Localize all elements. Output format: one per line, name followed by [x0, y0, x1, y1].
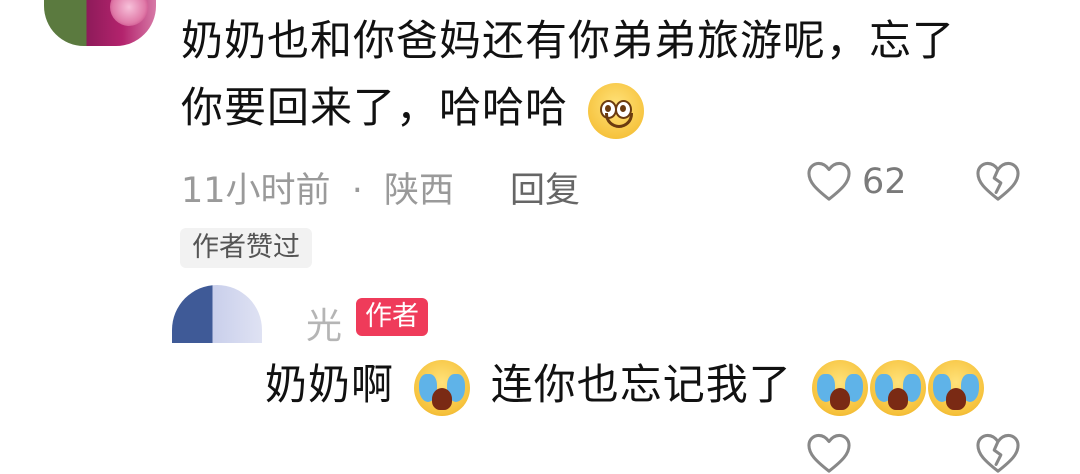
reply-author-avatar[interactable] [172, 285, 262, 343]
comment-meta: 11小时前 · 陕西 [181, 162, 454, 213]
meta-separator: · [351, 171, 363, 211]
heart-icon[interactable] [806, 160, 852, 202]
comment-time: 11小时前 [181, 171, 331, 211]
broken-heart-icon[interactable] [975, 160, 1021, 202]
smile-emoji-icon [588, 82, 645, 139]
heart-icon[interactable] [806, 432, 852, 474]
comment-text-line2: 你要回来了，哈哈哈 [181, 80, 645, 139]
comment-text-line2-content: 你要回来了，哈哈哈 [181, 83, 569, 132]
author-badge: 作者 [356, 298, 428, 336]
broken-heart-icon[interactable] [975, 432, 1021, 474]
crying-emoji-icon [812, 359, 869, 416]
comment-text-line1: 奶奶也和你爸妈还有你弟弟旅游呢，忘了 [181, 16, 956, 65]
crying-emoji-icon [870, 359, 927, 416]
crying-emoji-icon [928, 359, 985, 416]
comment-location: 陕西 [383, 171, 454, 211]
commenter-avatar[interactable] [44, 0, 156, 46]
reply-text-part1: 奶奶啊 [265, 360, 395, 409]
reply-text: 奶奶啊 连你也忘记我了 [265, 357, 985, 416]
like-count: 62 [862, 162, 907, 202]
reply-text-part2: 连你也忘记我了 [490, 360, 792, 409]
reply-author-name[interactable]: 光 [306, 297, 342, 349]
author-liked-tag: 作者赞过 [180, 228, 312, 268]
crying-emoji-icon [414, 359, 471, 416]
reply-button[interactable]: 回复 [510, 162, 580, 213]
